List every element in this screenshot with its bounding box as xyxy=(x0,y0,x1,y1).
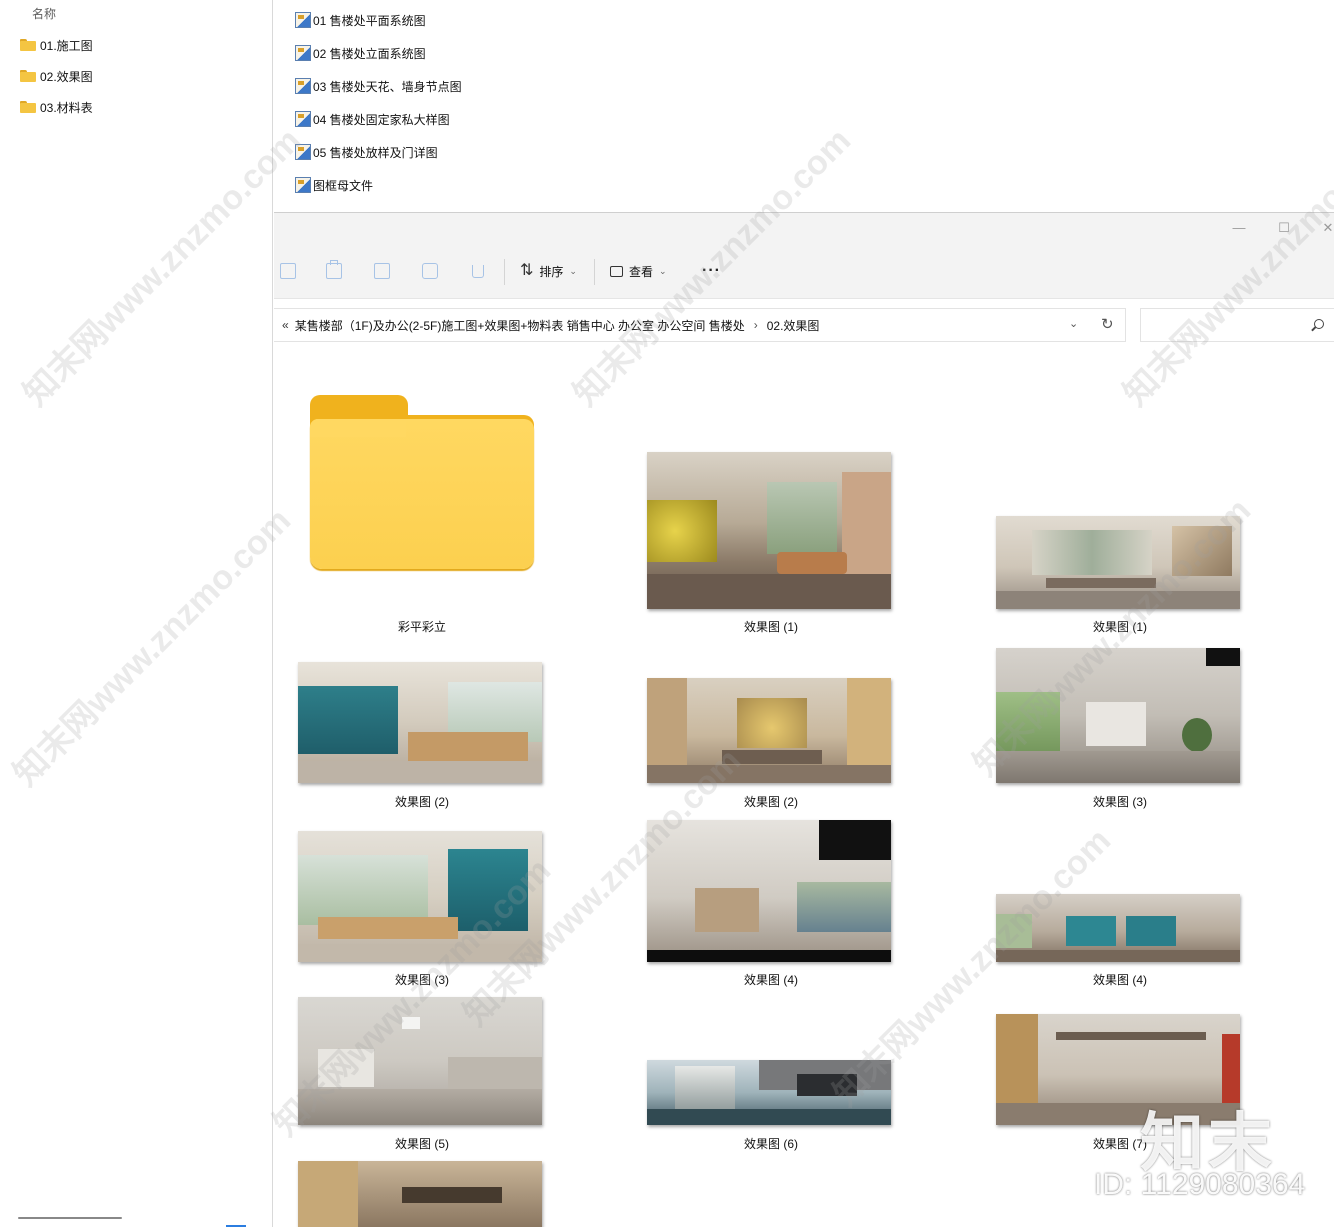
paste-icon[interactable] xyxy=(326,260,342,279)
sort-button[interactable]: ⇅ 排序 ⌄ xyxy=(520,260,577,282)
folder-tile-icon[interactable] xyxy=(310,395,534,573)
command-bar: ⇅ 排序 ⌄ 查看 ⌄ ··· xyxy=(274,243,1334,299)
brand-id: ID: 1129080364 xyxy=(1094,1168,1306,1201)
thumbnail-caption[interactable]: 效果图 (4) xyxy=(997,971,1243,988)
file-name: 03 售楼处天花、墙身节点图 xyxy=(313,79,462,94)
toolbar-divider xyxy=(594,259,595,285)
copy-icon[interactable] xyxy=(280,263,296,279)
file-item[interactable]: 03 售楼处天花、墙身节点图 xyxy=(295,76,462,96)
thumbnail-caption[interactable]: 效果图 (6) xyxy=(648,1135,894,1152)
file-item[interactable]: 02 售楼处立面系统图 xyxy=(295,43,426,63)
render-thumbnail[interactable] xyxy=(996,894,1240,962)
navigation-pane: 名称 ⌃ 01.施工图 02.效果图 03.材料表 xyxy=(0,0,273,1227)
view-button[interactable]: 查看 ⌄ xyxy=(610,260,667,282)
breadcrumb-overflow-icon[interactable]: « xyxy=(282,318,289,332)
delete-icon[interactable] xyxy=(472,265,484,278)
file-item[interactable]: 图框母文件 xyxy=(295,175,373,195)
thumbnail-caption[interactable]: 效果图 (5) xyxy=(299,1135,545,1152)
file-item[interactable]: 01 售楼处平面系统图 xyxy=(295,10,426,30)
folder-caption[interactable]: 彩平彩立 xyxy=(299,618,545,635)
render-thumbnail[interactable] xyxy=(298,662,542,783)
render-thumbnail[interactable] xyxy=(298,1161,542,1227)
thumbnail-caption[interactable]: 效果图 (2) xyxy=(299,793,545,810)
file-list: 01 售楼处平面系统图 02 售楼处立面系统图 03 售楼处天花、墙身节点图 0… xyxy=(274,0,1334,212)
title-bar[interactable]: — ☐ ✕ xyxy=(274,213,1334,243)
chevron-up-icon[interactable]: ⌃ xyxy=(146,0,156,8)
view-label: 查看 xyxy=(629,264,654,279)
chevron-down-icon: ⌄ xyxy=(659,265,667,276)
tree-item-folder[interactable]: 02.效果图 xyxy=(20,66,93,86)
folder-icon xyxy=(20,39,36,51)
sort-icon: ⇅ xyxy=(520,262,534,279)
file-name: 01 售楼处平面系统图 xyxy=(313,13,426,28)
dwg-file-icon xyxy=(295,111,311,127)
file-item[interactable]: 05 售楼处放样及门详图 xyxy=(295,142,438,162)
file-name: 04 售楼处固定家私大样图 xyxy=(313,112,450,127)
address-dropdown-icon[interactable]: ⌄ xyxy=(1069,317,1078,330)
tree-item-label: 03.材料表 xyxy=(40,100,93,115)
name-column-header[interactable]: 名称 xyxy=(32,5,56,22)
thumbnail-caption[interactable]: 效果图 (1) xyxy=(648,618,894,635)
sort-label: 排序 xyxy=(539,264,564,279)
view-icon xyxy=(610,265,623,277)
thumbnail-caption[interactable]: 效果图 (1) xyxy=(997,618,1243,635)
thumbnail-caption[interactable]: 效果图 (3) xyxy=(997,793,1243,810)
render-thumbnail[interactable] xyxy=(647,678,891,783)
file-name: 05 售楼处放样及门详图 xyxy=(313,145,438,160)
thumbnail-caption[interactable]: 效果图 (3) xyxy=(299,971,545,988)
thumbnail-caption[interactable]: 效果图 (4) xyxy=(648,971,894,988)
render-thumbnail[interactable] xyxy=(298,831,542,962)
dwg-file-icon xyxy=(295,144,311,160)
dwg-file-icon xyxy=(295,12,311,28)
refresh-icon[interactable]: ↻ xyxy=(1101,315,1114,333)
maximize-button[interactable]: ☐ xyxy=(1274,219,1294,237)
file-name: 02 售楼处立面系统图 xyxy=(313,46,426,61)
file-name: 图框母文件 xyxy=(313,178,374,193)
share-icon[interactable] xyxy=(422,263,438,279)
search-icon xyxy=(1314,319,1324,329)
dwg-file-icon xyxy=(295,45,311,61)
dwg-file-icon xyxy=(295,177,311,193)
close-button[interactable]: ✕ xyxy=(1318,219,1334,237)
breadcrumb-current[interactable]: 02.效果图 xyxy=(767,317,820,334)
chevron-down-icon: ⌄ xyxy=(569,265,577,276)
toolbar-divider xyxy=(504,259,505,285)
folder-icon xyxy=(20,70,36,82)
thumbnail-caption[interactable]: 效果图 (2) xyxy=(648,793,894,810)
more-options-button[interactable]: ··· xyxy=(702,263,721,279)
tree-item-folder[interactable]: 01.施工图 xyxy=(20,35,93,55)
breadcrumb-separator-icon[interactable]: › xyxy=(754,318,758,332)
search-input[interactable] xyxy=(1140,308,1334,342)
minimize-button[interactable]: — xyxy=(1229,219,1249,237)
address-bar[interactable]: « 某售楼部（1F)及办公(2-5F)施工图+效果图+物料表 销售中心 办公室 … xyxy=(274,308,1126,342)
breadcrumb-parent[interactable]: 某售楼部（1F)及办公(2-5F)施工图+效果图+物料表 销售中心 办公室 办公… xyxy=(295,317,745,334)
tree-item-label: 02.效果图 xyxy=(40,69,93,84)
render-thumbnail[interactable] xyxy=(298,997,542,1125)
dwg-file-icon xyxy=(295,78,311,94)
folder-icon xyxy=(20,101,36,113)
horizontal-scrollbar[interactable] xyxy=(18,1217,122,1219)
render-thumbnail[interactable] xyxy=(996,648,1240,783)
render-thumbnail[interactable] xyxy=(647,452,891,609)
render-thumbnail[interactable] xyxy=(647,820,891,962)
render-thumbnail[interactable] xyxy=(647,1060,891,1125)
tree-item-folder[interactable]: 03.材料表 xyxy=(20,97,93,117)
tree-item-label: 01.施工图 xyxy=(40,38,93,53)
file-item[interactable]: 04 售楼处固定家私大样图 xyxy=(295,109,450,129)
rename-icon[interactable] xyxy=(374,263,390,279)
render-thumbnail[interactable] xyxy=(996,516,1240,609)
